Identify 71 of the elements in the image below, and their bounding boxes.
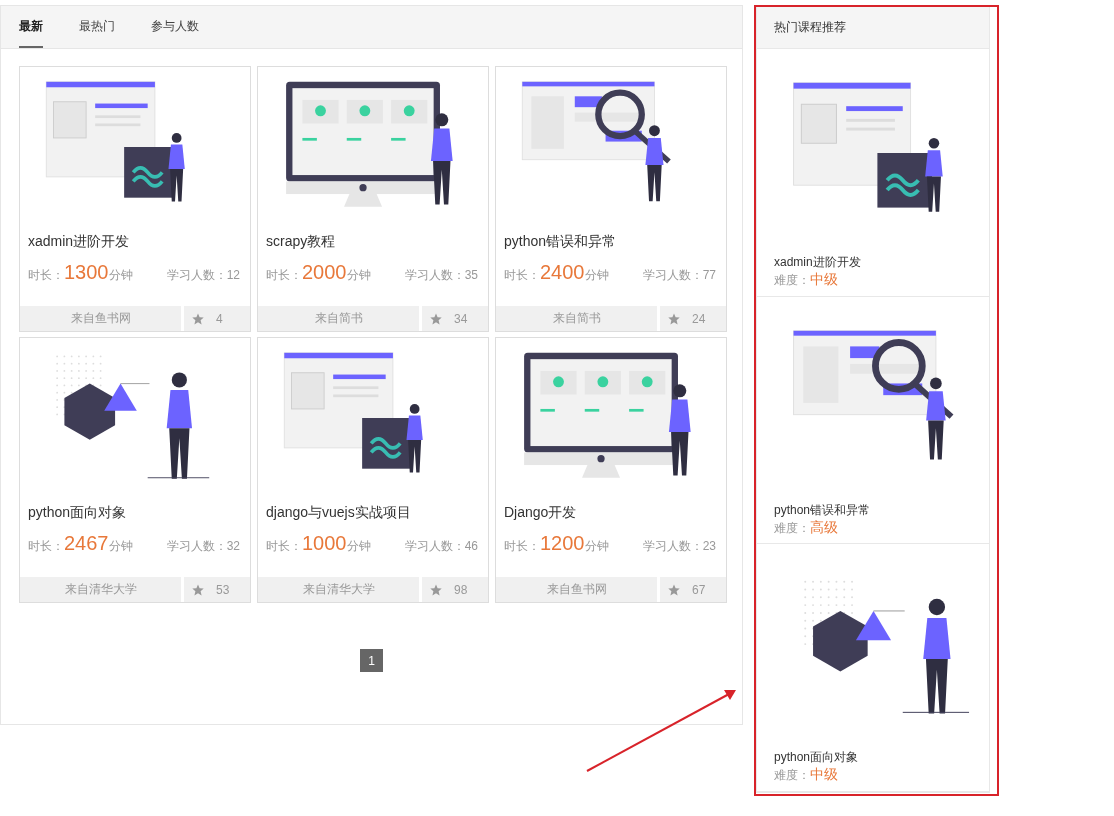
course-title: python面向对象 — [774, 749, 860, 767]
course-card[interactable]: python错误和异常 时长：2400分钟 学习人数：77 来自简书 24 — [495, 66, 727, 332]
sort-tab[interactable]: 最热门 — [79, 6, 115, 48]
course-title: django与vuejs实战项目 — [265, 503, 412, 522]
duration-value: 1000 — [302, 532, 347, 555]
learner-count: 学习人数：12 — [166, 267, 240, 284]
learner-count: 学习人数：46 — [404, 538, 478, 555]
source-label: 来自清华大学 — [258, 577, 419, 602]
course-title: scrapy教程 — [265, 232, 337, 251]
learner-count: 学习人数：32 — [166, 538, 240, 555]
favorite-number: 67 — [692, 582, 706, 597]
duration-unit: 分钟 — [346, 267, 371, 284]
source-label: 来自简书 — [258, 306, 419, 331]
course-title: xadmin进阶开发 — [774, 254, 862, 271]
difficulty-label: 难度： — [774, 272, 810, 289]
difficulty-value: 高级 — [810, 518, 838, 537]
source-label: 来自清华大学 — [20, 577, 181, 602]
duration-label: 时长： — [266, 267, 302, 284]
source-label: 来自鱼书网 — [20, 306, 181, 331]
star-icon — [668, 312, 680, 325]
star-icon — [430, 583, 442, 596]
favorite-number: 4 — [216, 311, 223, 326]
difficulty-value: 中级 — [810, 271, 838, 289]
source-label: 来自简书 — [496, 306, 657, 331]
duration-value: 1300 — [64, 261, 109, 284]
duration-unit: 分钟 — [346, 538, 371, 555]
duration-label: 时长： — [28, 538, 64, 555]
sort-tab[interactable]: 最新 — [19, 6, 43, 48]
recommended-course[interactable]: python面向对象 难度：中级 — [757, 544, 989, 792]
favorite-number: 98 — [454, 582, 468, 597]
star-icon — [430, 312, 442, 325]
course-card[interactable]: xadmin进阶开发 时长：1300分钟 学习人数：12 来自鱼书网 4 — [19, 66, 251, 332]
recommended-course[interactable]: xadmin进阶开发 难度：中级 — [757, 49, 989, 297]
course-title: python错误和异常 — [774, 501, 872, 519]
learner-count: 学习人数：35 — [404, 267, 478, 284]
favorite-number: 53 — [216, 582, 230, 597]
course-card[interactable]: Django开发 时长：1200分钟 学习人数：23 来自鱼书网 67 — [495, 337, 727, 603]
learner-count: 学习人数：77 — [642, 267, 716, 284]
page-button[interactable]: 1 — [360, 649, 383, 672]
favorite-number: 24 — [692, 311, 706, 326]
source-label: 来自鱼书网 — [496, 577, 657, 602]
course-card[interactable]: django与vuejs实战项目 时长：1000分钟 学习人数：46 来自清华大学 98 — [257, 337, 489, 603]
duration-label: 时长： — [28, 267, 64, 284]
difficulty-value: 中级 — [810, 766, 838, 785]
course-title: xadmin进阶开发 — [27, 232, 131, 251]
course-title: python错误和异常 — [503, 232, 618, 251]
sort-tab[interactable]: 参与人数 — [151, 6, 199, 48]
duration-unit: 分钟 — [108, 538, 133, 555]
duration-label: 时长： — [266, 538, 302, 555]
duration-value: 1200 — [540, 532, 585, 555]
course-title: python面向对象 — [27, 503, 128, 522]
star-icon — [668, 583, 680, 596]
learner-count: 学习人数：23 — [642, 538, 716, 555]
recommended-course[interactable]: python错误和异常 难度：高级 — [757, 296, 989, 545]
star-icon — [192, 312, 204, 325]
duration-value: 2467 — [64, 532, 109, 555]
duration-unit: 分钟 — [584, 538, 609, 555]
difficulty-label: 难度： — [774, 519, 810, 537]
duration-value: 2000 — [302, 261, 347, 284]
duration-value: 2400 — [540, 261, 585, 284]
sidebar-title: 热门课程推荐 — [757, 6, 989, 49]
course-title: Django开发 — [503, 503, 578, 522]
duration-label: 时长： — [504, 538, 540, 555]
course-card[interactable]: python面向对象 时长：2467分钟 学习人数：32 来自清华大学 53 — [19, 337, 251, 603]
duration-label: 时长： — [504, 267, 540, 284]
star-icon — [192, 583, 204, 596]
course-card[interactable]: scrapy教程 时长：2000分钟 学习人数：35 来自简书 34 — [257, 66, 489, 332]
difficulty-label: 难度： — [774, 767, 810, 785]
duration-unit: 分钟 — [584, 267, 609, 284]
duration-unit: 分钟 — [108, 267, 133, 284]
favorite-number: 34 — [454, 311, 468, 326]
